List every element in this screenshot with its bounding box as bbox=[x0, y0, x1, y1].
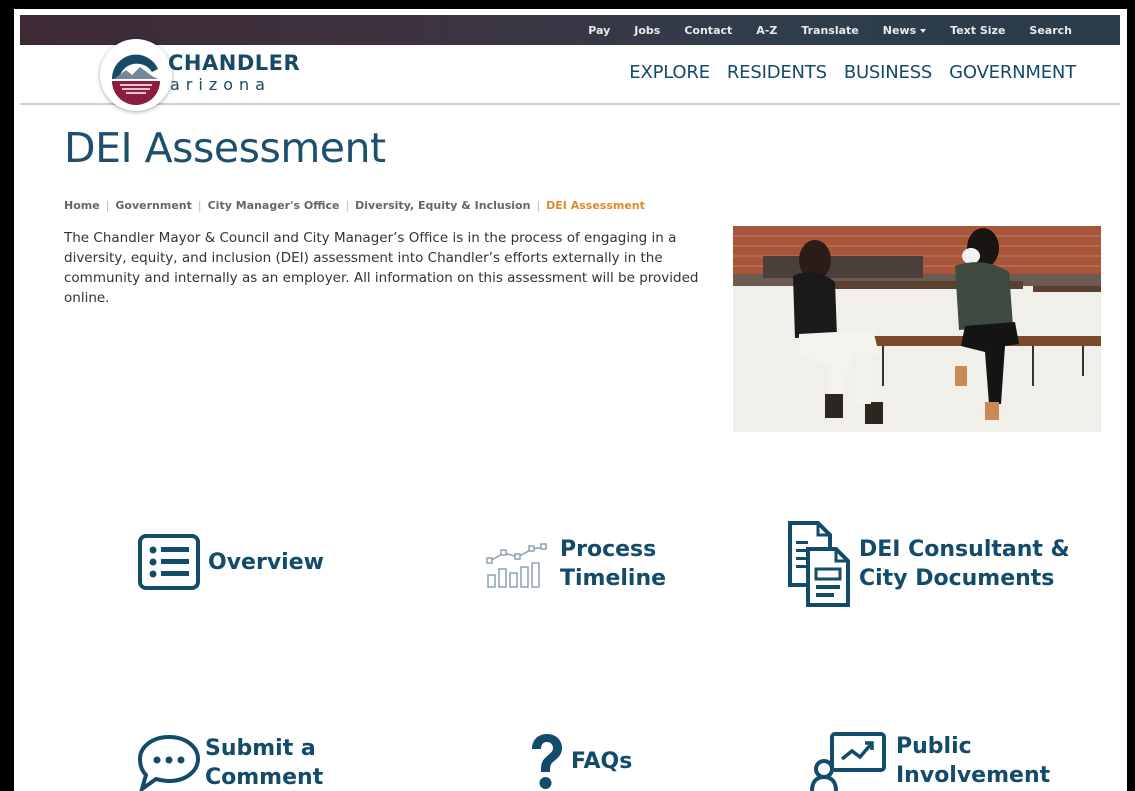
bar-line-chart-icon bbox=[486, 543, 547, 588]
dei-documents-label-line1: DEI Consultant & bbox=[859, 537, 1070, 562]
main-nav: EXPLORE RESIDENTS BUSINESS GOVERNMENT bbox=[612, 62, 1076, 83]
presentation-icon bbox=[810, 732, 886, 791]
question-mark-icon bbox=[532, 734, 562, 789]
breadcrumb-current: DEI Assessment bbox=[546, 199, 645, 212]
breadcrumb-separator: | bbox=[345, 199, 350, 212]
logo-seal-icon bbox=[111, 54, 160, 105]
breadcrumb-separator: | bbox=[197, 199, 202, 212]
dei-documents-link[interactable]: DEI Consultant & City Documents bbox=[786, 519, 1070, 609]
overview-label: Overview bbox=[208, 548, 324, 577]
util-link-translate[interactable]: Translate bbox=[801, 24, 858, 37]
breadcrumb-dei[interactable]: Diversity, Equity & Inclusion bbox=[355, 199, 530, 212]
site-header: CHANDLER arizona EXPLORE RESIDENTS BUSIN… bbox=[20, 39, 1120, 111]
breadcrumb-city-managers-office[interactable]: City Manager's Office bbox=[208, 199, 340, 212]
caret-down-icon bbox=[920, 28, 927, 33]
public-involvement-label: Public Involvement bbox=[896, 732, 1050, 790]
dei-documents-label: DEI Consultant & City Documents bbox=[859, 535, 1070, 593]
util-link-news[interactable]: News bbox=[882, 23, 927, 37]
nav-business[interactable]: BUSINESS bbox=[844, 62, 933, 83]
faqs-label-line: FAQs bbox=[571, 748, 633, 774]
submit-comment-label-line2: Comment bbox=[205, 765, 324, 790]
nav-explore[interactable]: EXPLORE bbox=[629, 62, 710, 83]
breadcrumb-home[interactable]: Home bbox=[64, 199, 100, 212]
list-icon bbox=[138, 534, 200, 590]
breadcrumb-government[interactable]: Government bbox=[115, 199, 191, 212]
public-involvement-label-line2: Involvement bbox=[896, 763, 1051, 788]
nav-government[interactable]: GOVERNMENT bbox=[949, 62, 1076, 83]
logo-seal bbox=[100, 39, 172, 111]
process-timeline-label-line2: Timeline bbox=[560, 566, 667, 591]
submit-comment-label: Submit a Comment bbox=[205, 734, 323, 791]
process-timeline-link[interactable]: Process Timeline bbox=[486, 535, 666, 593]
meeting-photo bbox=[733, 226, 1101, 432]
browser-viewport: Pay Jobs Contact A-Z Translate News Text… bbox=[14, 9, 1127, 791]
submit-comment-link[interactable]: Submit a Comment bbox=[136, 733, 323, 791]
util-link-contact[interactable]: Contact bbox=[684, 24, 732, 37]
intro-paragraph: The Chandler Mayor & Council and City Ma… bbox=[64, 230, 699, 306]
faqs-link[interactable]: FAQs bbox=[526, 731, 632, 791]
dei-documents-label-line2: City Documents bbox=[859, 566, 1055, 591]
util-link-text-size[interactable]: Text Size bbox=[950, 24, 1005, 37]
breadcrumb-separator: | bbox=[105, 199, 110, 212]
logo-subtitle: arizona bbox=[170, 75, 271, 94]
meeting-photo-illustration bbox=[733, 226, 1101, 432]
util-link-search[interactable]: Search bbox=[1029, 24, 1072, 37]
public-involvement-label-line1: Public bbox=[896, 734, 972, 759]
process-timeline-label: Process Timeline bbox=[560, 535, 666, 593]
nav-residents[interactable]: RESIDENTS bbox=[727, 62, 827, 83]
faqs-label: FAQs bbox=[571, 747, 632, 776]
overview-label-line: Overview bbox=[208, 549, 324, 575]
public-involvement-link[interactable]: Public Involvement bbox=[810, 731, 1050, 791]
submit-comment-label-line1: Submit a bbox=[205, 736, 316, 761]
process-timeline-label-line1: Process bbox=[560, 537, 657, 562]
breadcrumb-separator: | bbox=[536, 199, 541, 212]
page-title: DEI Assessment bbox=[64, 124, 386, 172]
chandler-logo[interactable]: CHANDLER arizona bbox=[100, 39, 300, 111]
util-link-a-z[interactable]: A-Z bbox=[756, 24, 777, 37]
documents-icon bbox=[788, 521, 850, 607]
overview-link[interactable]: Overview bbox=[138, 534, 324, 590]
logo-wordmark: CHANDLER bbox=[168, 51, 301, 75]
breadcrumb: Home | Government | City Manager's Office | Di… bbox=[64, 199, 645, 212]
news-label: News bbox=[882, 23, 917, 37]
chat-bubble-icon bbox=[137, 734, 201, 791]
util-link-pay[interactable]: Pay bbox=[588, 24, 610, 37]
util-link-jobs[interactable]: Jobs bbox=[634, 24, 660, 37]
